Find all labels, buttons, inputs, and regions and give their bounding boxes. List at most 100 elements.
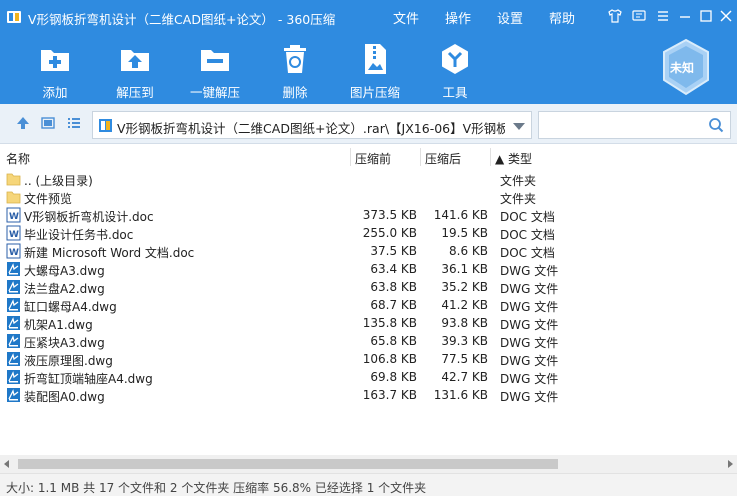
compressed-size: 135.8 KB <box>362 316 417 330</box>
file-row[interactable]: W V形钢板折弯机设计.doc 373.5 KB 141.6 KB DOC 文档 <box>0 206 737 224</box>
up-arrow-icon[interactable] <box>15 115 31 131</box>
file-row[interactable]: 装配图A0.dwg 163.7 KB 131.6 KB DWG 文件 <box>0 386 737 404</box>
search-input[interactable] <box>543 116 703 134</box>
maximize-icon <box>700 10 712 22</box>
original-size: 19.5 KB <box>441 226 488 240</box>
address-bar: V形钢板折弯机设计（二维CAD图纸+论文）.rar\【JX16-06】V形钢板折 <box>0 104 737 144</box>
file-type: DWG 文件 <box>500 300 559 314</box>
close-icon <box>720 10 732 22</box>
list-view-icon[interactable] <box>66 115 82 131</box>
menu-help[interactable]: 帮助 <box>549 8 575 27</box>
horizontal-scrollbar[interactable] <box>0 455 737 473</box>
tools-button[interactable]: 工具 <box>418 42 492 100</box>
dwg-icon <box>7 298 20 312</box>
menu-file[interactable]: 文件 <box>393 8 419 27</box>
menu-settings[interactable]: 设置 <box>497 8 523 27</box>
file-name: 机架A1.dwg <box>24 318 93 332</box>
file-type: DWG 文件 <box>500 264 559 278</box>
status-bar: 大小: 1.1 MB 共 17 个文件和 2 个文件夹 压缩率 56.8% 已经… <box>0 473 737 496</box>
file-list: .. (上级目录) 文件夹 文件预览 文件夹 W V形钢板折弯机设计.doc 373.5 K… <box>0 170 737 404</box>
column-divider[interactable] <box>490 148 491 166</box>
file-row[interactable]: 折弯缸顶端轴座A4.dwg 69.8 KB 42.7 KB DWG 文件 <box>0 368 737 386</box>
file-row[interactable]: .. (上级目录) 文件夹 <box>0 170 737 188</box>
dwg-icon <box>7 334 20 348</box>
file-row[interactable]: 缸口螺母A4.dwg 68.7 KB 41.2 KB DWG 文件 <box>0 296 737 314</box>
delete-button[interactable]: 删除 <box>258 42 332 100</box>
compressed-size: 163.7 KB <box>362 388 417 402</box>
file-name: 液压原理图.dwg <box>24 354 113 368</box>
file-name: 毕业设计任务书.doc <box>24 228 134 242</box>
column-divider[interactable] <box>420 148 421 166</box>
image-compress-label: 图片压缩 <box>349 85 400 100</box>
maximize-button[interactable] <box>697 7 715 25</box>
search-box <box>538 111 731 139</box>
badge-label: 未知 <box>670 61 695 75</box>
dwg-icon <box>7 280 20 294</box>
column-divider[interactable] <box>350 148 351 166</box>
doc-icon: W <box>6 243 21 259</box>
column-compressed[interactable]: 压缩前 <box>355 150 391 167</box>
file-row[interactable]: W 毕业设计任务书.doc 255.0 KB 19.5 KB DOC 文档 <box>0 224 737 242</box>
app-logo-icon <box>7 11 21 23</box>
svg-text:W: W <box>9 230 19 240</box>
file-type: DWG 文件 <box>500 318 559 332</box>
file-name: 法兰盘A2.dwg <box>24 282 105 296</box>
file-type: DWG 文件 <box>500 390 559 404</box>
original-size: 8.6 KB <box>449 244 488 258</box>
compressed-size: 255.0 KB <box>362 226 417 240</box>
one-click-extract-icon <box>201 50 229 71</box>
file-row[interactable]: 压紧块A3.dwg 65.8 KB 39.3 KB DWG 文件 <box>0 332 737 350</box>
search-icon[interactable] <box>708 117 724 133</box>
status-text: 大小: 1.1 MB 共 17 个文件和 2 个文件夹 压缩率 56.8% 已经… <box>6 481 427 495</box>
thumbnail-view-icon[interactable] <box>40 115 56 131</box>
add-button[interactable]: 添加 <box>18 42 92 100</box>
file-row[interactable]: 法兰盘A2.dwg 63.8 KB 35.2 KB DWG 文件 <box>0 278 737 296</box>
menu-operation[interactable]: 操作 <box>445 8 471 27</box>
one-click-extract-button[interactable]: 一键解压 <box>178 42 252 100</box>
file-row[interactable]: 机架A1.dwg 135.8 KB 93.8 KB DWG 文件 <box>0 314 737 332</box>
skin-button[interactable] <box>606 7 624 25</box>
menu-list-button[interactable] <box>654 7 672 25</box>
file-type: DOC 文档 <box>500 210 555 224</box>
one-click-extract-label: 一键解压 <box>189 85 240 100</box>
folder-icon <box>6 191 21 204</box>
scroll-right-icon[interactable] <box>728 460 733 468</box>
extract-to-button[interactable]: 解压到 <box>98 42 172 100</box>
file-type: DWG 文件 <box>500 354 559 368</box>
account-badge[interactable]: 未知 <box>661 38 711 96</box>
message-icon <box>632 10 646 21</box>
minimize-button[interactable] <box>676 7 694 25</box>
compressed-size: 373.5 KB <box>362 208 417 222</box>
column-original[interactable]: 压缩后 <box>425 150 461 167</box>
dwg-icon <box>7 316 20 330</box>
title-bar: V形钢板折弯机设计（二维CAD图纸+论文） - 360压缩 文件 操作 设置 帮… <box>0 0 737 34</box>
image-compress-button[interactable]: 图片压缩 <box>338 42 412 100</box>
path-dropdown[interactable]: V形钢板折弯机设计（二维CAD图纸+论文）.rar\【JX16-06】V形钢板折 <box>92 111 532 139</box>
original-size: 39.3 KB <box>441 334 488 348</box>
column-name[interactable]: 名称 <box>6 150 30 167</box>
scroll-thumb[interactable] <box>18 459 558 469</box>
compressed-size: 63.8 KB <box>370 280 417 294</box>
folder-icon <box>6 173 21 186</box>
scroll-left-icon[interactable] <box>4 460 9 468</box>
file-name: 压紧块A3.dwg <box>24 336 105 350</box>
svg-text:W: W <box>9 212 19 222</box>
file-row[interactable]: W 新建 Microsoft Word 文档.doc 37.5 KB 8.6 KB DO… <box>0 242 737 260</box>
dwg-icon <box>7 352 20 366</box>
feedback-button[interactable] <box>630 7 648 25</box>
hamburger-icon <box>658 11 668 21</box>
file-row[interactable]: 大螺母A3.dwg 63.4 KB 36.1 KB DWG 文件 <box>0 260 737 278</box>
delete-label: 删除 <box>282 85 308 100</box>
close-button[interactable] <box>717 7 735 25</box>
dwg-icon <box>7 262 20 276</box>
chevron-down-icon[interactable] <box>513 123 525 130</box>
file-name: V形钢板折弯机设计.doc <box>24 210 154 224</box>
compressed-size: 65.8 KB <box>370 334 417 348</box>
file-row[interactable]: 文件预览 文件夹 <box>0 188 737 206</box>
column-type[interactable]: ▲ 类型 <box>495 150 532 167</box>
original-size: 42.7 KB <box>441 370 488 384</box>
tools-label: 工具 <box>442 85 468 100</box>
file-row[interactable]: 液压原理图.dwg 106.8 KB 77.5 KB DWG 文件 <box>0 350 737 368</box>
file-type: 文件夹 <box>500 192 537 206</box>
dwg-icon <box>7 388 20 402</box>
